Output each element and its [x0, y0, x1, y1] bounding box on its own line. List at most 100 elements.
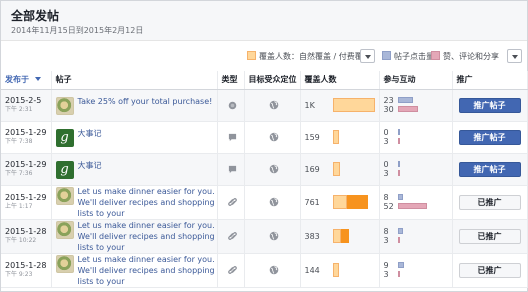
post-date: 2015-1-28	[5, 261, 47, 270]
reach-stat: 159	[305, 130, 379, 144]
reach-stat: 144	[305, 263, 379, 277]
post-text-link[interactable]: Let us make dinner easier for you. We'll…	[78, 254, 217, 287]
clicks-bar	[397, 97, 413, 103]
engagement-numbers: 9 3	[384, 261, 398, 279]
boost-post-button[interactable]: 推广帖子	[458, 161, 521, 177]
published-cell: 2015-1-28 下午 9:23	[1, 253, 52, 288]
column-published[interactable]: 发布于	[1, 71, 52, 90]
post-text-link[interactable]: Let us make dinner easier for you. We'll…	[78, 186, 217, 219]
engagement-bars	[397, 193, 438, 211]
post-text-link[interactable]: 大事记	[78, 160, 102, 171]
panel-header: 全部发帖 2014年11月15日到2015年2月12日	[1, 1, 527, 41]
post-preview[interactable]: Let us make dinner easier for you. We'll…	[55, 186, 217, 219]
post-thumbnail[interactable]	[55, 186, 74, 205]
post-thumbnail[interactable]	[55, 254, 74, 273]
reach-legend-dropdown[interactable]	[360, 49, 375, 63]
promote-cell: 推广帖子	[452, 153, 528, 186]
table-row[interactable]: 2015-2-5 下午 2:31 Take 25% off your total…	[1, 89, 528, 122]
engagement-cell: 0 3	[379, 121, 453, 154]
globe-icon	[249, 132, 300, 142]
engagement-numbers: 0 3	[384, 160, 398, 178]
reach-stat: 1K	[305, 98, 379, 112]
posts-table: 发布于 帖子 类型 目标受众定位 覆盖人数 参与互动 推广 2015-2-5 下…	[1, 71, 528, 288]
date-range: 2014年11月15日到2015年2月12日	[11, 26, 144, 35]
boosted-button[interactable]: 已推广	[458, 262, 521, 278]
reach-cell: 1K	[300, 89, 380, 122]
column-post: 帖子	[51, 71, 218, 90]
post-time: 下午 2:31	[5, 106, 33, 113]
boosted-button[interactable]: 已推广	[458, 228, 521, 244]
reactions-bar	[397, 271, 400, 277]
post-preview[interactable]: g 大事记	[55, 128, 217, 147]
targeting-cell	[244, 89, 301, 122]
targeting-cell	[244, 219, 301, 254]
engagement-bars	[397, 128, 438, 146]
engagement-bars	[397, 96, 438, 114]
organic-reach-bar	[332, 263, 339, 277]
engagement-numbers: 23 30	[384, 96, 398, 114]
published-cell: 2015-2-5 下午 2:31	[1, 89, 52, 122]
organic-reach-bar	[332, 195, 347, 209]
table-row[interactable]: 2015-1-28 下午 9:23 Let us make dinner eas…	[1, 253, 528, 288]
table-row[interactable]: 2015-1-29 下午 7:38 g 大事记 159 0 3 推广帖子	[1, 121, 528, 154]
post-cell[interactable]: g 大事记	[51, 153, 218, 186]
post-cell[interactable]: Let us make dinner easier for you. We'll…	[51, 219, 218, 254]
targeting-cell	[244, 253, 301, 288]
table-row[interactable]: 2015-1-28 下午 10:22 Let us make dinner ea…	[1, 219, 528, 254]
clicks-swatch	[382, 51, 391, 60]
engagement-cell: 23 30	[379, 89, 453, 122]
reactions-legend: 赞、评论和分享	[431, 51, 499, 65]
organic-reach-bar	[332, 229, 341, 243]
link-icon	[222, 231, 244, 241]
promote-cell: 已推广	[452, 253, 528, 288]
clicks-legend-label: 帖子点击量	[394, 52, 434, 61]
post-text-link[interactable]: Take 25% off your total purchase!	[78, 96, 213, 107]
engagement-legend-dropdown[interactable]	[507, 49, 522, 63]
post-cell[interactable]: Let us make dinner easier for you. We'll…	[51, 185, 218, 220]
reach-cell: 761	[300, 185, 380, 220]
clicks-bar	[397, 194, 403, 200]
boosted-button[interactable]: 已推广	[458, 194, 521, 210]
post-text-link[interactable]: Let us make dinner easier for you. We'll…	[78, 220, 217, 253]
organic-reach-bar	[332, 98, 375, 112]
post-time: 下午 9:23	[5, 271, 33, 278]
reach-stat: 169	[305, 162, 379, 176]
boost-post-button[interactable]: 推广帖子	[458, 129, 521, 145]
reach-count: 159	[304, 132, 320, 142]
engagement-stat: 8 52	[384, 193, 452, 211]
comment-icon	[222, 165, 244, 174]
post-preview[interactable]: Take 25% off your total purchase!	[55, 96, 217, 115]
boost-post-button[interactable]: 推广帖子	[458, 97, 521, 113]
published-cell: 2015-1-29 下午 7:38	[1, 121, 52, 154]
sort-arrow-icon	[35, 77, 41, 82]
table-row[interactable]: 2015-1-29 下午 7:36 g 大事记 169 0 3 推广帖子	[1, 153, 528, 186]
engagement-stat: 8 3	[384, 227, 452, 245]
post-cell[interactable]: g 大事记	[51, 121, 218, 154]
post-preview[interactable]: g 大事记	[55, 160, 217, 179]
reactions-count: 30	[383, 105, 394, 114]
post-thumbnail[interactable]: g	[55, 160, 74, 179]
type-cell	[217, 219, 245, 254]
organic-reach-bar	[332, 130, 339, 144]
promote-cell: 已推广	[452, 219, 528, 254]
post-thumbnail[interactable]: g	[55, 128, 74, 147]
post-thumbnail[interactable]	[55, 220, 74, 239]
reach-count: 761	[304, 197, 320, 207]
column-type: 类型	[217, 71, 245, 90]
engagement-bars	[397, 160, 438, 178]
post-time: 上午 1:17	[5, 203, 33, 210]
clicks-count: 8	[383, 227, 389, 236]
targeting-cell	[244, 121, 301, 154]
reach-bar	[332, 229, 375, 243]
table-row[interactable]: 2015-1-29 上午 1:17 Let us make dinner eas…	[1, 185, 528, 220]
post-preview[interactable]: Let us make dinner easier for you. We'll…	[55, 254, 217, 287]
engagement-cell: 9 3	[379, 253, 453, 288]
post-cell[interactable]: Let us make dinner easier for you. We'll…	[51, 253, 218, 288]
post-cell[interactable]: Take 25% off your total purchase!	[51, 89, 218, 122]
reach-bar	[332, 195, 375, 209]
reach-count: 144	[304, 265, 320, 275]
post-thumbnail[interactable]	[55, 96, 74, 115]
post-preview[interactable]: Let us make dinner easier for you. We'll…	[55, 220, 217, 253]
post-text-link[interactable]: 大事记	[78, 128, 102, 139]
globe-icon	[249, 100, 300, 110]
